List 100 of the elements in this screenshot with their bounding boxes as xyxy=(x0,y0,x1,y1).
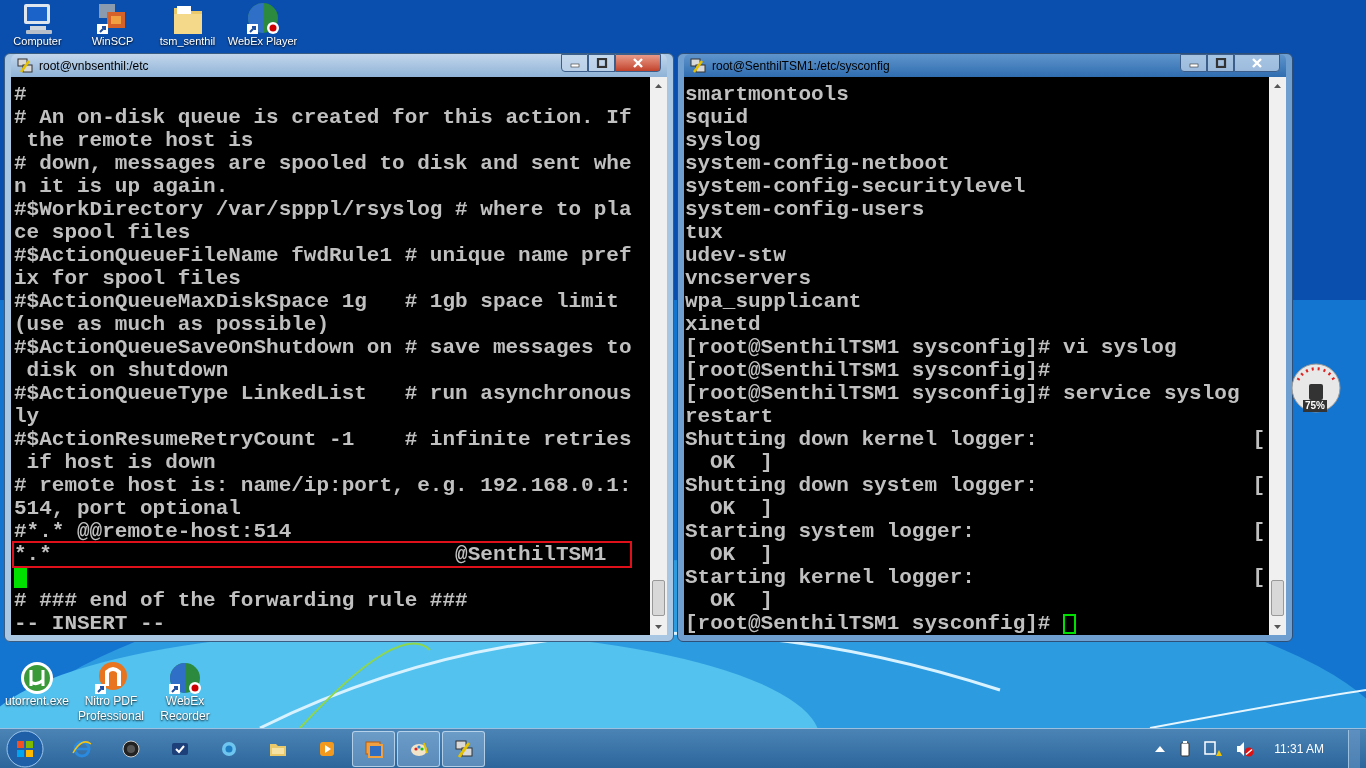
icon-label: WebEx Recorder xyxy=(159,694,211,724)
terminal-line: system-config-securitylevel xyxy=(685,175,1026,198)
desktop-icon[interactable]: WebEx Player xyxy=(225,0,300,49)
scrollbar[interactable] xyxy=(1269,77,1286,635)
terminal-line: #$ActionResumeRetryCount -1 # infinite retries xyxy=(14,428,633,451)
putty-icon xyxy=(690,57,706,74)
terminal-line: #$ActionQueueFileName fwdRule1 # unique name pref xyxy=(14,244,633,267)
taskbar-button[interactable] xyxy=(352,730,395,767)
terminal-line: Starting kernel logger: xyxy=(685,566,975,589)
close-button[interactable] xyxy=(615,54,661,72)
maximize-button[interactable] xyxy=(588,54,615,72)
maximize-icon xyxy=(1214,58,1227,68)
close-icon xyxy=(1251,58,1263,68)
putty-icon xyxy=(453,738,474,759)
close-icon xyxy=(632,58,644,68)
terminal-line: # remote host is: name/ip:port, e.g. 192.168.0.1: xyxy=(14,474,633,497)
terminal-line: ] xyxy=(760,543,773,566)
icon-label: Nitro PDF Professional xyxy=(76,694,145,724)
taskbar-button[interactable] xyxy=(442,730,485,767)
terminal-line: #$ActionQueueMaxDiskSpace 1g # 1gb space limit xyxy=(14,290,620,313)
terminal-line: ] xyxy=(760,497,773,520)
up-arrow-icon xyxy=(1274,83,1281,88)
terminal-line: *.* @SenthilTSM1 xyxy=(14,543,630,566)
window-icon xyxy=(363,738,384,759)
terminal-line: tux xyxy=(685,221,723,244)
terminal-line: disk on shutdown xyxy=(25,359,230,382)
terminal-line: if host is down xyxy=(25,451,217,474)
terminal-line: #$ActionQueueType LinkedList # run asynchronous xyxy=(14,382,633,405)
status-text: OK xyxy=(710,451,736,474)
battery-icon xyxy=(1180,740,1191,757)
minimize-button[interactable] xyxy=(561,54,588,72)
terminal-line: ly xyxy=(14,405,41,428)
terminal-line: smartmontools xyxy=(685,83,849,106)
speaker-muted-icon xyxy=(1236,740,1255,757)
terminal-line: vncservers xyxy=(685,267,812,290)
terminal-line: # xyxy=(14,83,28,106)
terminal-line: restart xyxy=(685,405,774,428)
gauge-reading: 75% xyxy=(1303,400,1327,412)
taskbar-button[interactable] xyxy=(397,730,440,767)
terminal-line: ce spool files xyxy=(14,221,192,244)
close-button[interactable] xyxy=(1234,54,1280,72)
status-text: OK xyxy=(710,543,736,566)
show-desktop-button[interactable] xyxy=(1348,729,1360,768)
terminal-line: Starting system logger: xyxy=(685,520,975,543)
network-warning-icon xyxy=(1204,740,1223,757)
terminal-line: # An on-disk queue is created for this action. If xyxy=(14,106,633,129)
terminal-line: n it is up again. xyxy=(14,175,230,198)
maximize-icon xyxy=(595,58,608,68)
terminal-line: wpa_supplicant xyxy=(685,290,862,313)
terminal-line: ix for spool files xyxy=(14,267,242,290)
terminal-line: # ### end of the forwarding rule ### xyxy=(14,589,469,612)
terminal-line: Shutting down system logger: xyxy=(685,474,1038,497)
terminal-line: ] xyxy=(760,451,773,474)
maximize-button[interactable] xyxy=(1207,54,1234,72)
round-logo-icon xyxy=(120,738,141,759)
icon-label: WinSCP xyxy=(91,34,134,49)
terminal-line: xinetd xyxy=(685,313,761,336)
terminal-line: # down, messages are spooled to disk and sent whe xyxy=(14,152,633,175)
terminal-line: [root@SenthilTSM1 sysconfig]# xyxy=(685,359,1051,382)
putty-icon xyxy=(17,57,33,74)
terminal-line: ] xyxy=(760,589,773,612)
terminal-line: #$ActionQueueSaveOnShutdown on # save messages to xyxy=(14,336,633,359)
terminal-line: [ xyxy=(1252,474,1265,497)
desktop-icon[interactable]: WinSCP xyxy=(75,0,150,49)
terminal-line: [root@SenthilTSM1 sysconfig]# vi syslog xyxy=(685,336,1177,359)
terminal-line: #$WorkDirectory /var/spppl/rsyslog # where to pla xyxy=(14,198,633,221)
up-arrow-icon xyxy=(655,83,662,88)
desktop-icon[interactable]: Computer xyxy=(0,0,75,49)
scrollbar[interactable] xyxy=(650,77,667,635)
down-arrow-icon xyxy=(655,624,662,629)
terminal-line: (use as much as possible) xyxy=(14,313,331,336)
down-arrow-icon xyxy=(1274,624,1281,629)
terminal-line: [root@SenthilTSM1 sysconfig]# service syslog xyxy=(685,382,1240,405)
status-text: OK xyxy=(710,589,736,612)
scrollbar-thumb[interactable] xyxy=(652,580,665,616)
terminal-line: the remote host is xyxy=(25,129,255,152)
icon-label: WebEx Player xyxy=(227,34,298,49)
terminal-line: -- INSERT -- xyxy=(14,612,167,635)
window-title: root@SenthilTSM1:/etc/sysconfig xyxy=(712,57,891,75)
terminal-line: #*.* @@remote-host:514 xyxy=(14,520,293,543)
icon-label: tsm_senthil xyxy=(159,34,216,49)
terminal-line: [ xyxy=(1252,428,1265,451)
terminal-line: system-config-netboot xyxy=(685,152,950,175)
terminal-line: udev-stw xyxy=(685,244,786,267)
icon-label: Computer xyxy=(13,34,62,49)
terminal-line: Shutting down kernel logger: xyxy=(685,428,1038,451)
terminal-line: system-config-users xyxy=(685,198,925,221)
status-text: OK xyxy=(710,497,736,520)
scrollbar-thumb[interactable] xyxy=(1271,580,1284,616)
minimize-button[interactable] xyxy=(1180,54,1207,72)
terminal-line: 514, port optional xyxy=(14,497,242,520)
terminal-line: [root@SenthilTSM1 sysconfig]# xyxy=(685,612,1051,635)
terminal-line: [ xyxy=(1252,520,1265,543)
desktop-icon[interactable]: tsm_senthil xyxy=(150,0,225,49)
terminal-line: squid xyxy=(685,106,748,129)
window-title: root@vnbsenthil:/etc xyxy=(39,57,150,75)
clock: 11:31 AM xyxy=(1274,740,1324,758)
icon-label: utorrent.exe xyxy=(4,694,69,709)
terminal-line: [ xyxy=(1252,566,1265,589)
terminal-line: syslog xyxy=(685,129,761,152)
